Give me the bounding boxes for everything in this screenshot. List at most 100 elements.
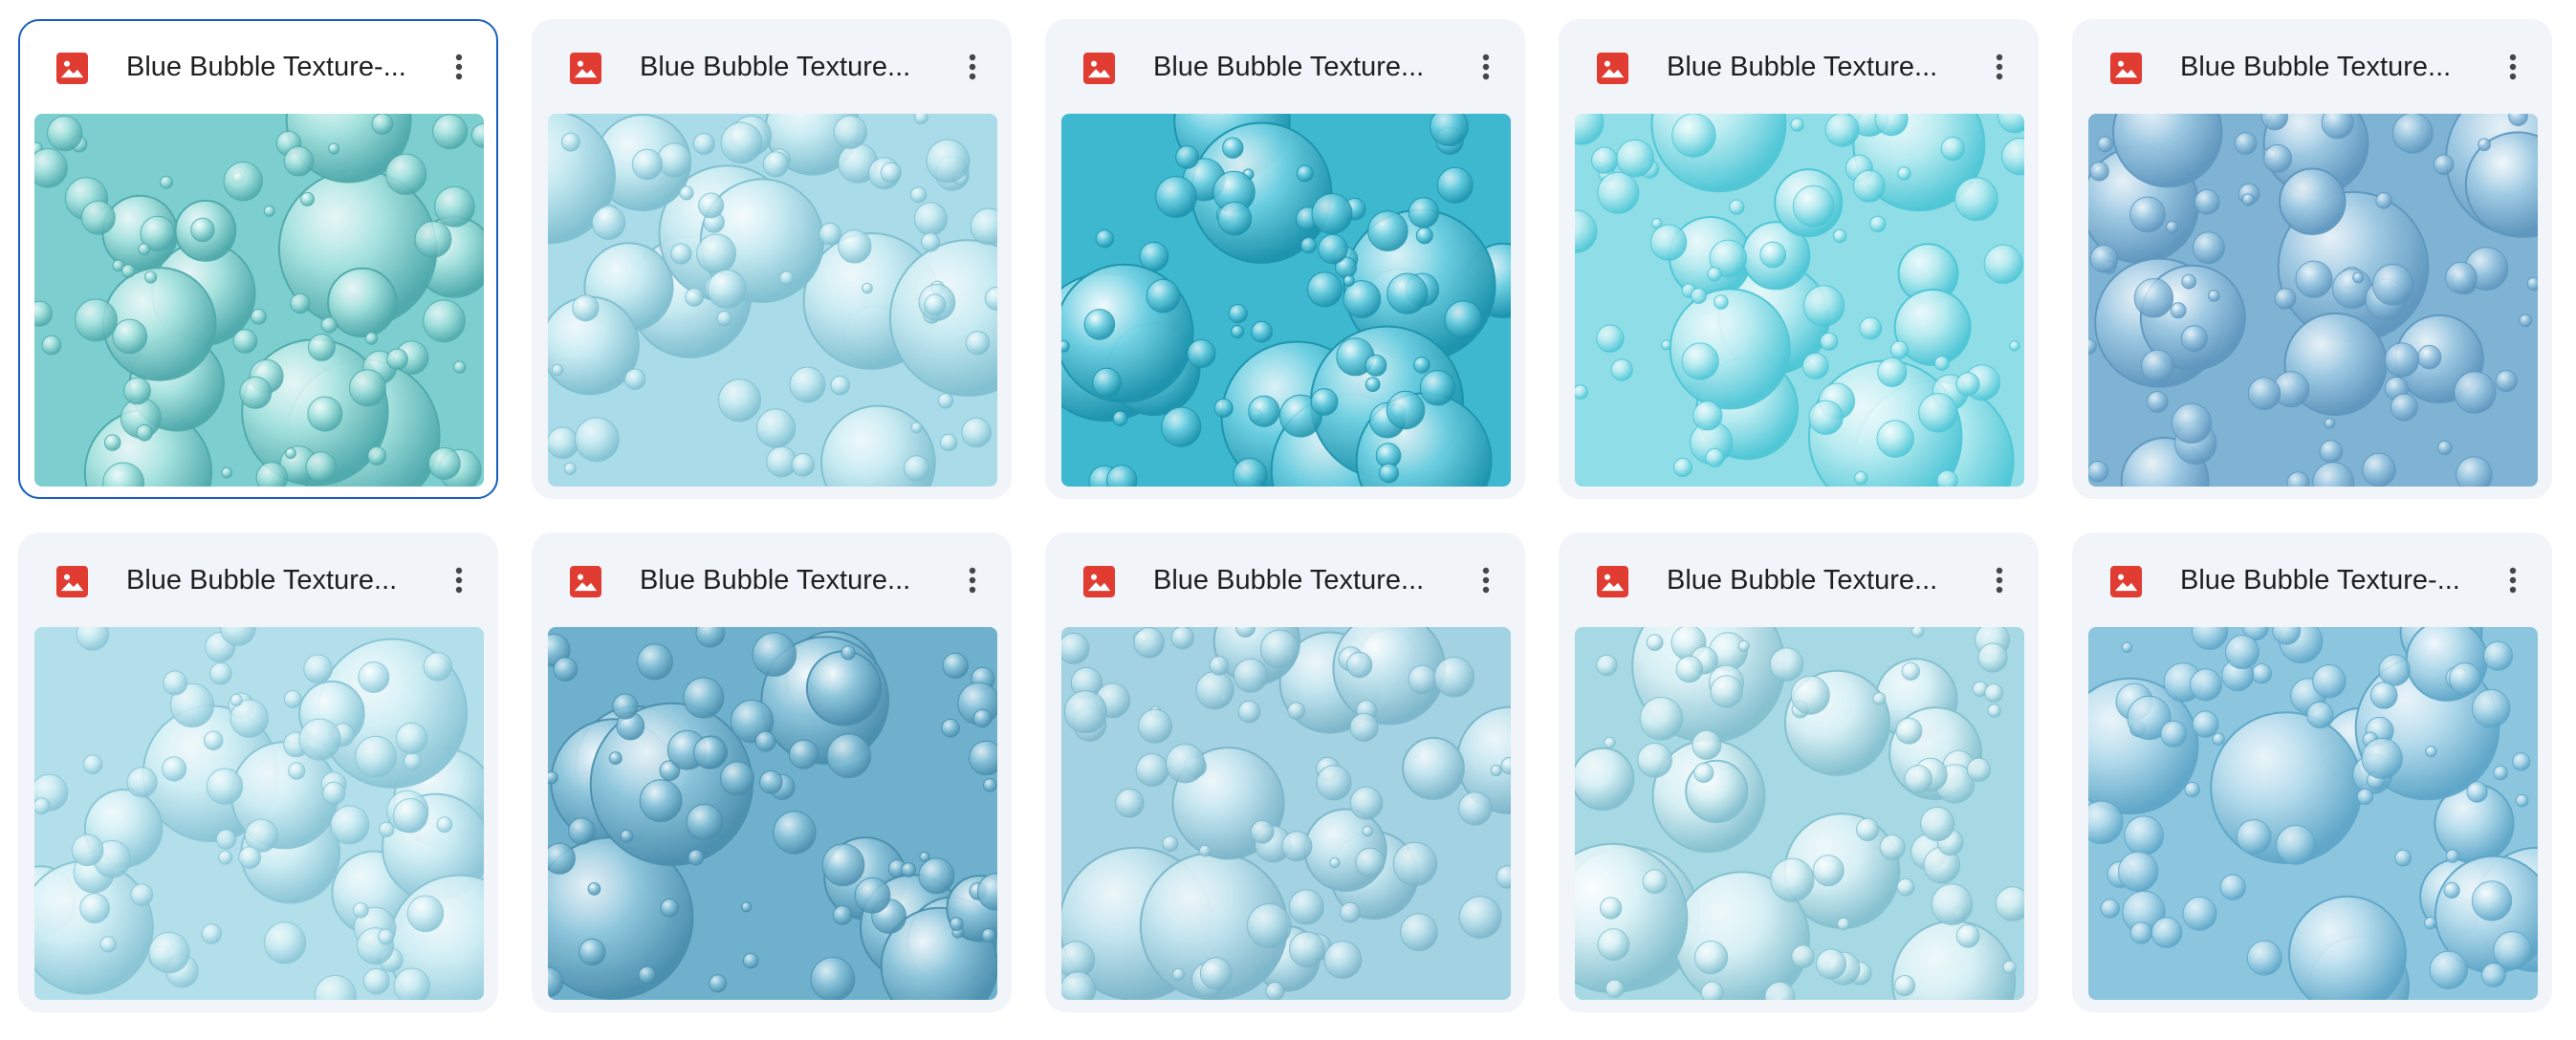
bubble-shape xyxy=(2146,391,2169,413)
image-thumbnail[interactable] xyxy=(548,627,997,1000)
bubble-shape xyxy=(1854,470,1868,486)
bubble-shape xyxy=(608,751,622,766)
image-file-icon xyxy=(1597,566,1628,597)
image-thumbnail[interactable] xyxy=(1061,627,1511,1000)
bubble-shape xyxy=(1801,352,1829,379)
bubble-shape xyxy=(432,114,469,150)
bubble-shape xyxy=(833,115,867,149)
bubble-shape xyxy=(1233,658,1268,693)
bubble-shape xyxy=(572,294,600,322)
file-card[interactable]: Blue Bubble Texture... xyxy=(532,19,1012,499)
bubble-shape xyxy=(2361,737,2403,780)
bubble-shape xyxy=(99,936,117,953)
bubble-shape xyxy=(1413,356,1430,374)
file-card[interactable]: Blue Bubble Texture... xyxy=(532,532,1012,1012)
image-thumbnail[interactable] xyxy=(34,627,484,1000)
more-vert-icon xyxy=(2509,567,2517,594)
bubble-shape xyxy=(1490,765,1502,777)
bubble-shape xyxy=(805,650,883,726)
bubble-shape xyxy=(239,376,273,409)
bubble-shape xyxy=(1893,975,1916,997)
bubble-shape xyxy=(298,718,341,761)
bubble-shape xyxy=(752,632,797,677)
bubble-shape xyxy=(163,670,188,696)
more-vert-icon xyxy=(969,567,976,594)
file-card[interactable]: Blue Bubble Texture... xyxy=(1045,19,1525,499)
bubble-shape xyxy=(190,217,215,243)
more-options-button[interactable] xyxy=(1462,556,1510,604)
bubble-shape xyxy=(2279,167,2347,235)
file-title: Blue Bubble Texture-... xyxy=(126,52,406,82)
bubble-shape xyxy=(683,677,725,719)
bubble-shape xyxy=(2391,114,2434,154)
bubble-shape xyxy=(1575,384,1588,400)
bubble-shape xyxy=(1729,199,1745,215)
bubble-shape xyxy=(1816,948,1847,980)
more-options-button[interactable] xyxy=(435,43,483,91)
bubble-shape xyxy=(2429,950,2468,989)
file-card[interactable]: Blue Bubble Texture... xyxy=(1045,532,1525,1012)
image-thumbnail[interactable] xyxy=(1575,627,2024,1000)
bubble-shape xyxy=(624,368,646,390)
bubble-shape xyxy=(47,115,83,152)
bubble-shape xyxy=(779,271,795,286)
bubble-shape xyxy=(355,735,398,778)
bubble-shape xyxy=(1692,729,1722,761)
more-options-button[interactable] xyxy=(1462,43,1510,91)
bubble-shape xyxy=(229,693,243,707)
more-vert-icon xyxy=(2509,54,2517,80)
file-card[interactable]: Blue Bubble Texture-... xyxy=(18,19,498,499)
bubble-shape xyxy=(939,433,958,452)
bubble-shape xyxy=(148,931,190,974)
bubble-shape xyxy=(1161,406,1202,447)
bubble-shape xyxy=(2251,663,2273,684)
bubble-shape xyxy=(328,142,340,155)
bubble-shape xyxy=(720,121,763,164)
image-thumbnail[interactable] xyxy=(1575,114,2024,487)
bubble-shape xyxy=(1175,145,1200,169)
more-options-button[interactable] xyxy=(1976,43,2023,91)
bubble-shape xyxy=(2526,276,2538,291)
more-options-button[interactable] xyxy=(2489,43,2537,91)
bubble-shape xyxy=(1248,395,1280,427)
bubble-shape xyxy=(1596,654,1618,677)
bubble-shape xyxy=(1931,883,1974,926)
bubble-shape xyxy=(123,377,151,405)
bubble-shape xyxy=(2121,641,2133,653)
file-card[interactable]: Blue Bubble Texture... xyxy=(18,532,498,1012)
bubble-shape xyxy=(263,205,275,217)
bubble-shape xyxy=(2141,349,2174,383)
file-card[interactable]: Blue Bubble Texture-... xyxy=(2072,532,2552,1012)
bubble-shape xyxy=(371,114,394,135)
bubble-shape xyxy=(395,722,428,755)
file-card[interactable]: Blue Bubble Texture... xyxy=(2072,19,2552,499)
more-options-button[interactable] xyxy=(2489,556,2537,604)
bubble-shape xyxy=(1311,193,1353,235)
file-card[interactable]: Blue Bubble Texture... xyxy=(1559,19,2039,499)
file-card[interactable]: Blue Bubble Texture... xyxy=(1559,532,2039,1012)
image-thumbnail[interactable] xyxy=(2088,114,2538,487)
bubble-shape xyxy=(2246,940,2282,976)
image-thumbnail[interactable] xyxy=(34,114,484,487)
bubble-shape xyxy=(1737,639,1750,652)
image-file-icon xyxy=(570,566,601,597)
bubble-shape xyxy=(2118,851,2159,892)
bubble-shape xyxy=(2182,896,2217,931)
bubble-shape xyxy=(1897,166,1911,181)
image-thumbnail[interactable] xyxy=(2088,627,2538,1000)
bubble-shape xyxy=(1402,736,1465,800)
image-thumbnail[interactable] xyxy=(548,114,997,487)
bubble-shape xyxy=(1386,390,1426,430)
bubble-shape xyxy=(1792,184,1835,228)
more-options-button[interactable] xyxy=(435,556,483,604)
more-options-button[interactable] xyxy=(949,43,996,91)
bubble-shape xyxy=(1260,629,1299,669)
image-thumbnail[interactable] xyxy=(1061,114,1511,487)
bubble-shape xyxy=(322,781,346,805)
bubble-shape xyxy=(2445,261,2478,294)
more-options-button[interactable] xyxy=(1976,556,2023,604)
bubble-shape xyxy=(720,761,754,796)
more-options-button[interactable] xyxy=(949,556,996,604)
bubble-shape xyxy=(1115,788,1145,818)
file-title: Blue Bubble Texture... xyxy=(126,565,398,596)
